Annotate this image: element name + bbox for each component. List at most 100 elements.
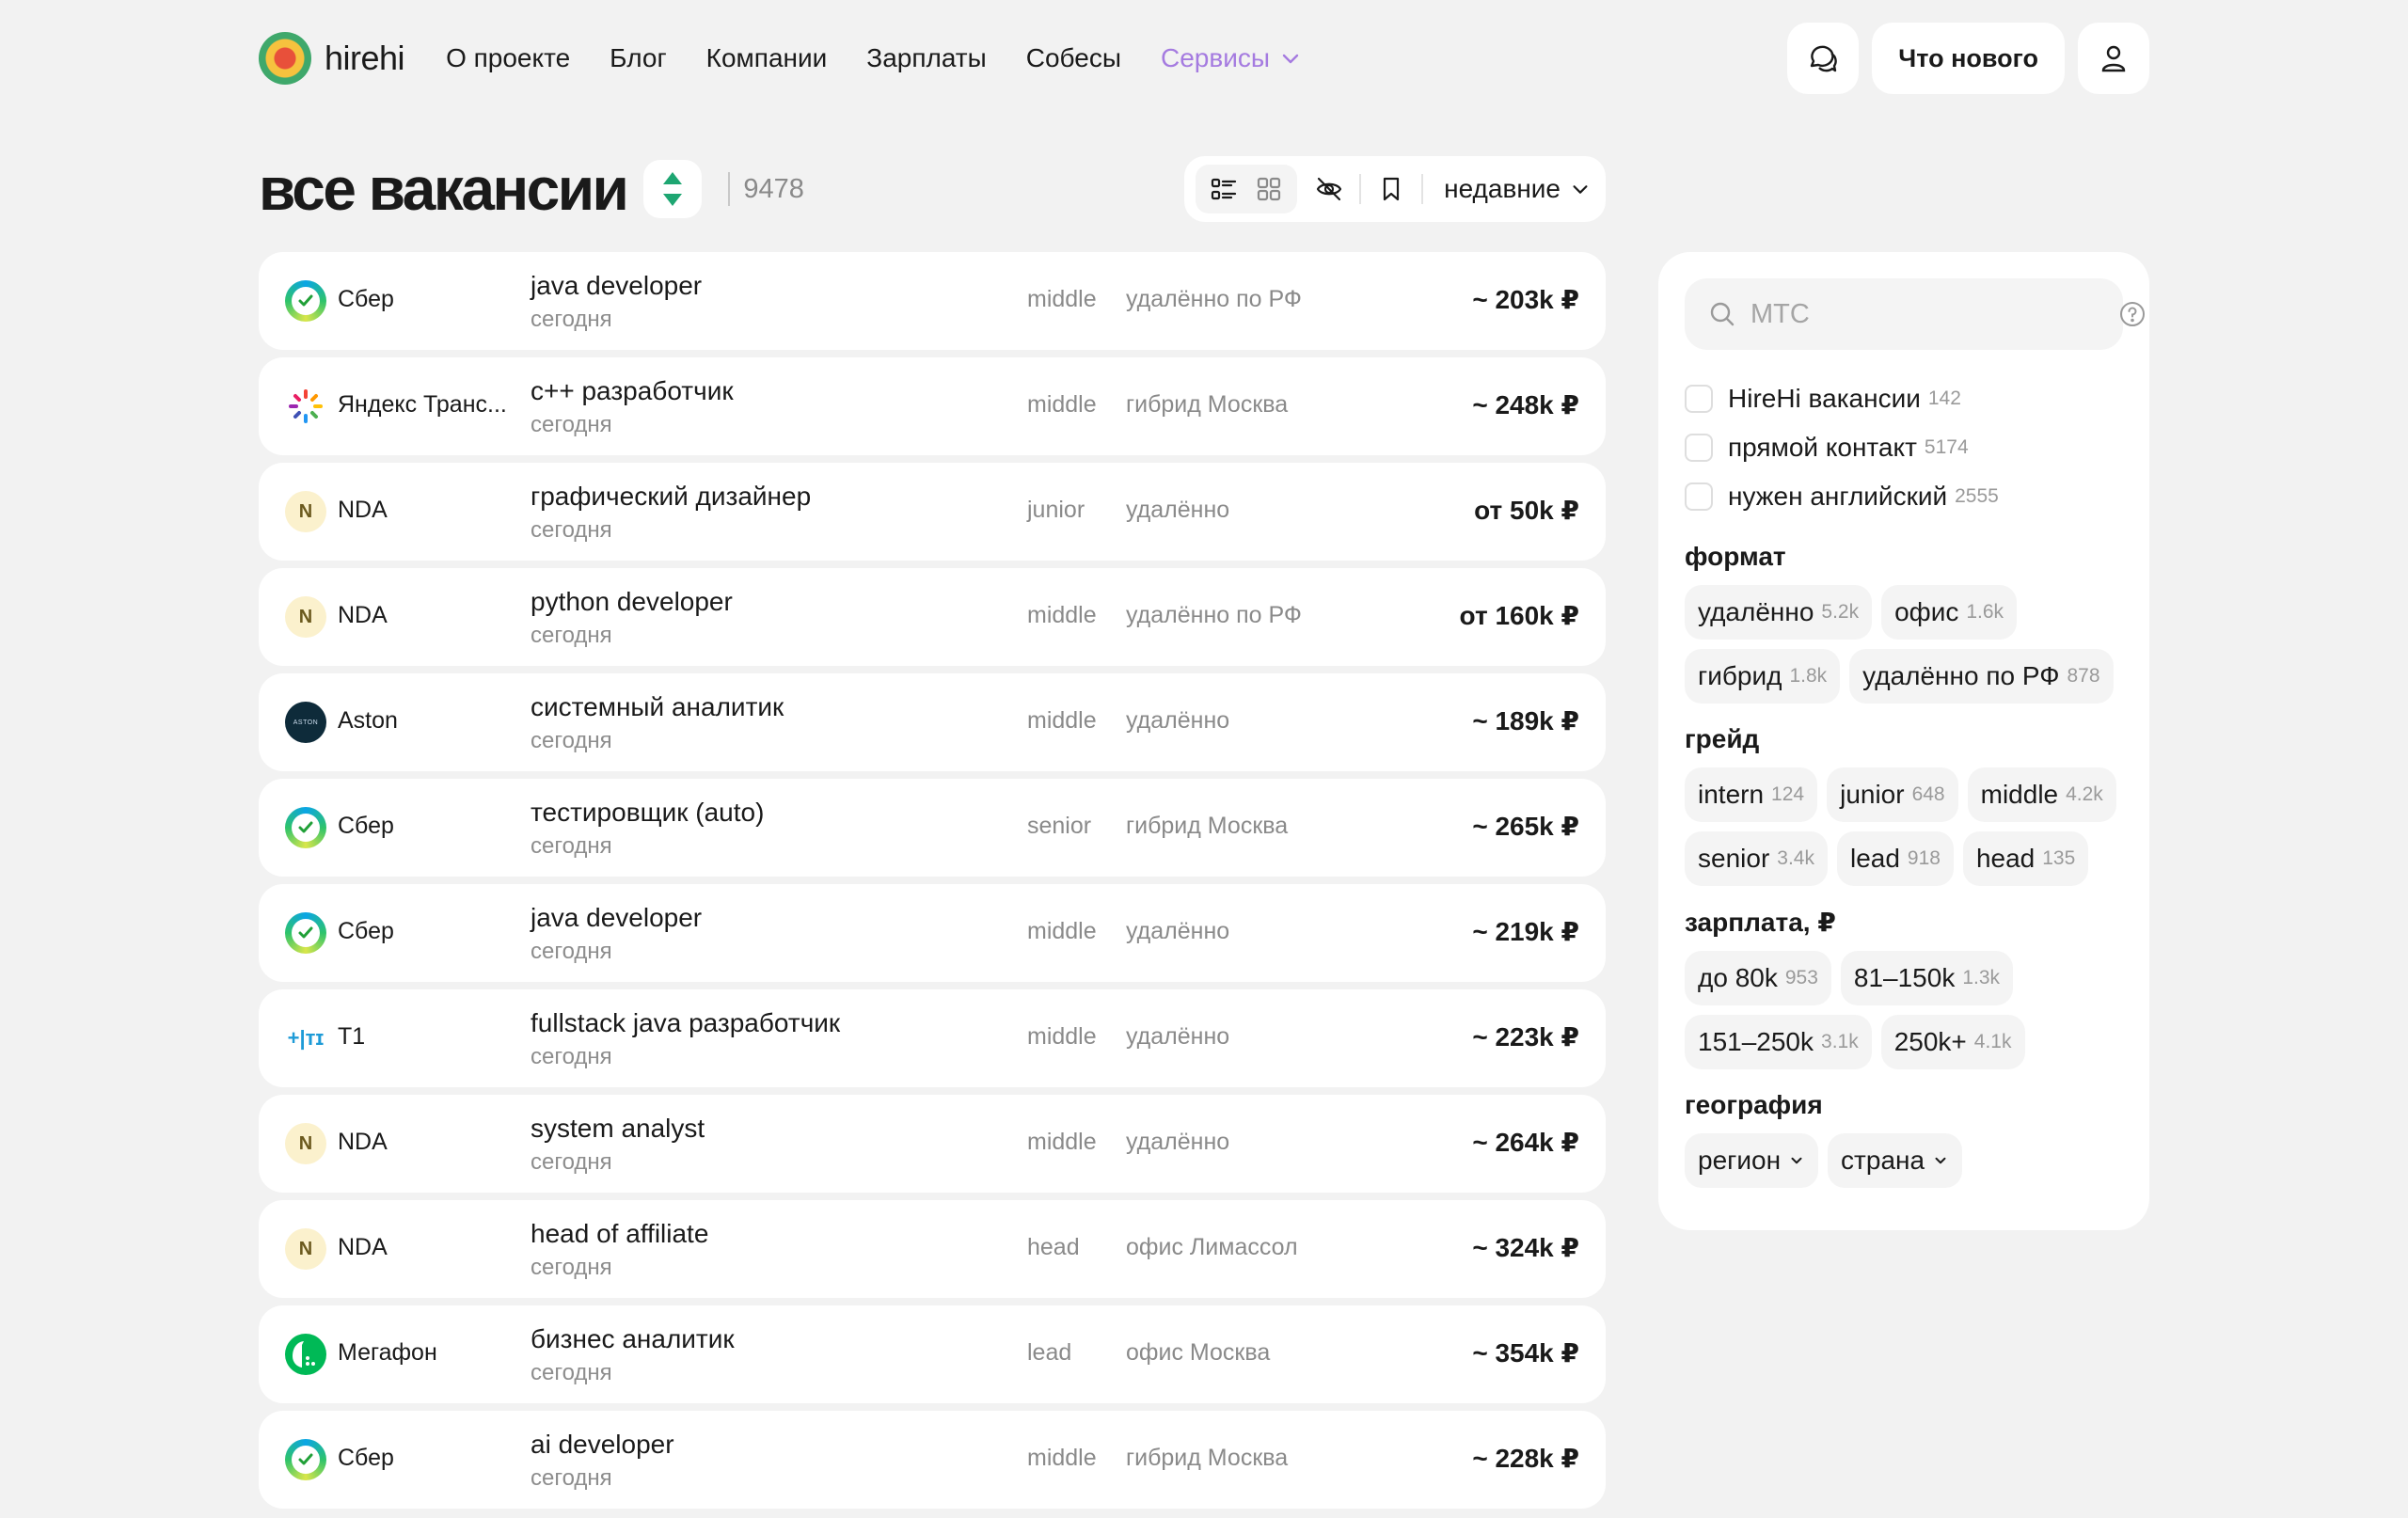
- company-search-input[interactable]: [1751, 298, 2105, 330]
- job-card[interactable]: Мегафон бизнес аналитик сегодня lead офи…: [259, 1305, 1606, 1403]
- company-name: T1: [338, 1023, 366, 1050]
- company-name: NDA: [338, 1234, 388, 1260]
- job-grade: middle: [1027, 918, 1097, 944]
- job-card[interactable]: ASTON Aston системный аналитик сегодня m…: [259, 673, 1606, 771]
- job-card[interactable]: N NDA графический дизайнер сегодня junio…: [259, 463, 1606, 561]
- job-title: системный аналитик: [531, 692, 784, 721]
- help-icon[interactable]: [2118, 300, 2147, 328]
- checkbox-count: 2555: [1955, 485, 1999, 507]
- chip-count: 4.1k: [1973, 1031, 2012, 1052]
- job-grade: senior: [1027, 813, 1092, 839]
- chip-count: 3.1k: [1821, 1031, 1859, 1052]
- chevron-down-icon: [1935, 1157, 1946, 1164]
- company-name: Сбер: [338, 1445, 394, 1471]
- nav-blog[interactable]: Блог: [610, 43, 667, 73]
- chat-button[interactable]: [1787, 23, 1860, 94]
- job-location: удалённо по РФ: [1126, 602, 1302, 628]
- chevron-down-icon: [1282, 54, 1299, 64]
- job-title: бизнес аналитик: [531, 1324, 735, 1353]
- grade-chip[interactable]: senior 3.4k: [1685, 831, 1828, 886]
- job-location: гибрид Москва: [1126, 391, 1289, 418]
- country-dropdown[interactable]: страна: [1828, 1133, 1963, 1188]
- job-card[interactable]: N NDA head of affiliate сегодня head офи…: [259, 1200, 1606, 1298]
- filter-hirehi-vacancies[interactable]: HireHi вакансии 142: [1685, 374, 2123, 423]
- nav-interviews[interactable]: Собесы: [1026, 43, 1121, 73]
- job-grade: middle: [1027, 602, 1097, 628]
- job-card[interactable]: +|ᴛɪ T1 fullstack java разработчик сегод…: [259, 989, 1606, 1087]
- grade-chip[interactable]: middle 4.2k: [1967, 767, 2116, 822]
- toolbar-divider: [1421, 174, 1424, 204]
- job-card[interactable]: Яндекс Транс... c++ разработчик сегодня …: [259, 357, 1606, 455]
- job-grade: junior: [1027, 497, 1085, 523]
- grade-chip[interactable]: head 135: [1962, 831, 2089, 886]
- sort-dropdown[interactable]: недавние: [1444, 174, 1591, 204]
- job-date: сегодня: [531, 1360, 612, 1385]
- chip-label: 81–150k: [1853, 963, 1956, 992]
- nav-about[interactable]: О проекте: [446, 43, 570, 73]
- sort-order-toggle[interactable]: [643, 160, 703, 218]
- job-date: сегодня: [531, 1044, 612, 1069]
- checkbox[interactable]: [1685, 434, 1713, 462]
- format-chips: удалённо 5.2k офис 1.6k гибрид 1.8k удалённо п…: [1685, 585, 2123, 704]
- grade-chip[interactable]: lead 918: [1836, 831, 1954, 886]
- list-view-button[interactable]: [1201, 166, 1246, 212]
- company-logo-icon: N: [285, 596, 326, 638]
- salary-chip[interactable]: 81–150k 1.3k: [1840, 951, 2014, 1005]
- whats-new-button[interactable]: Что нового: [1872, 23, 2065, 94]
- filter-english-required[interactable]: нужен английский 2555: [1685, 472, 2123, 521]
- job-salary: ~ 219k ₽: [1472, 917, 1579, 946]
- filter-direct-contact[interactable]: прямой контакт 5174: [1685, 423, 2123, 472]
- grade-chip[interactable]: junior 648: [1827, 767, 1958, 822]
- job-card[interactable]: Сбер java developer сегодня middle удалё…: [259, 884, 1606, 982]
- grade-section-title: грейд: [1685, 724, 1760, 753]
- job-card[interactable]: Сбер ai developer сегодня middle гибрид …: [259, 1411, 1606, 1509]
- company-name: NDA: [338, 1129, 388, 1155]
- checkbox-label: нужен английский: [1728, 482, 1948, 511]
- job-grade: middle: [1027, 286, 1097, 312]
- company-name: Сбер: [338, 918, 394, 944]
- checkbox-label: HireHi вакансии: [1728, 384, 1921, 413]
- job-date: сегодня: [531, 833, 612, 859]
- checkbox[interactable]: [1685, 482, 1713, 511]
- format-chip[interactable]: гибрид 1.8k: [1685, 649, 1841, 704]
- job-card[interactable]: Сбер тестировщик (auto) сегодня senior г…: [259, 779, 1606, 877]
- job-card[interactable]: N NDA python developer сегодня middle уд…: [259, 568, 1606, 666]
- nav-companies[interactable]: Компании: [706, 43, 828, 73]
- chip-label: middle: [1980, 780, 2059, 809]
- chip-count: 135: [2042, 847, 2076, 869]
- job-date: сегодня: [531, 623, 612, 648]
- brand-logo[interactable]: hirehi: [259, 32, 405, 85]
- nav-salaries[interactable]: Зарплаты: [866, 43, 986, 73]
- format-chip[interactable]: удалённо 5.2k: [1685, 585, 1873, 640]
- grid-view-button[interactable]: [1246, 166, 1291, 212]
- job-location: удалённо: [1126, 497, 1230, 523]
- checkbox[interactable]: [1685, 385, 1713, 413]
- chip-count: 1.6k: [1966, 601, 2004, 623]
- region-dropdown[interactable]: регион: [1685, 1133, 1819, 1188]
- job-date: сегодня: [531, 728, 612, 753]
- job-salary: ~ 223k ₽: [1472, 1022, 1579, 1052]
- profile-button[interactable]: [2078, 23, 2149, 94]
- salary-chip[interactable]: 151–250k 3.1k: [1685, 1015, 1872, 1069]
- job-card[interactable]: Сбер java developer сегодня middle удалё…: [259, 252, 1606, 350]
- chip-count: 1.8k: [1789, 665, 1828, 687]
- bookmarks-button[interactable]: [1369, 166, 1414, 212]
- company-name: Мегафон: [338, 1339, 437, 1366]
- nav-services-dropdown[interactable]: Сервисы: [1161, 43, 1302, 73]
- chip-count: 3.4k: [1777, 847, 1814, 869]
- bookmark-icon: [1384, 177, 1400, 201]
- chevron-down-icon: [1791, 1157, 1802, 1164]
- page-title: все вакансии: [259, 155, 629, 223]
- job-date: сегодня: [531, 939, 612, 964]
- job-location: офис Лимассол: [1126, 1234, 1298, 1260]
- format-chip[interactable]: удалённо по РФ 878: [1849, 649, 2114, 704]
- salary-chip[interactable]: до 80k 953: [1685, 951, 1831, 1005]
- nav-services-label: Сервисы: [1160, 43, 1270, 72]
- company-logo-icon: N: [285, 1123, 326, 1164]
- hide-viewed-button[interactable]: [1307, 166, 1352, 212]
- job-card[interactable]: N NDA system analyst сегодня middle удал…: [259, 1095, 1606, 1193]
- user-icon: [2101, 45, 2126, 72]
- salary-chip[interactable]: 250k+ 4.1k: [1880, 1015, 2025, 1069]
- format-chip[interactable]: офис 1.6k: [1881, 585, 2018, 640]
- grade-chip[interactable]: intern 124: [1685, 767, 1818, 822]
